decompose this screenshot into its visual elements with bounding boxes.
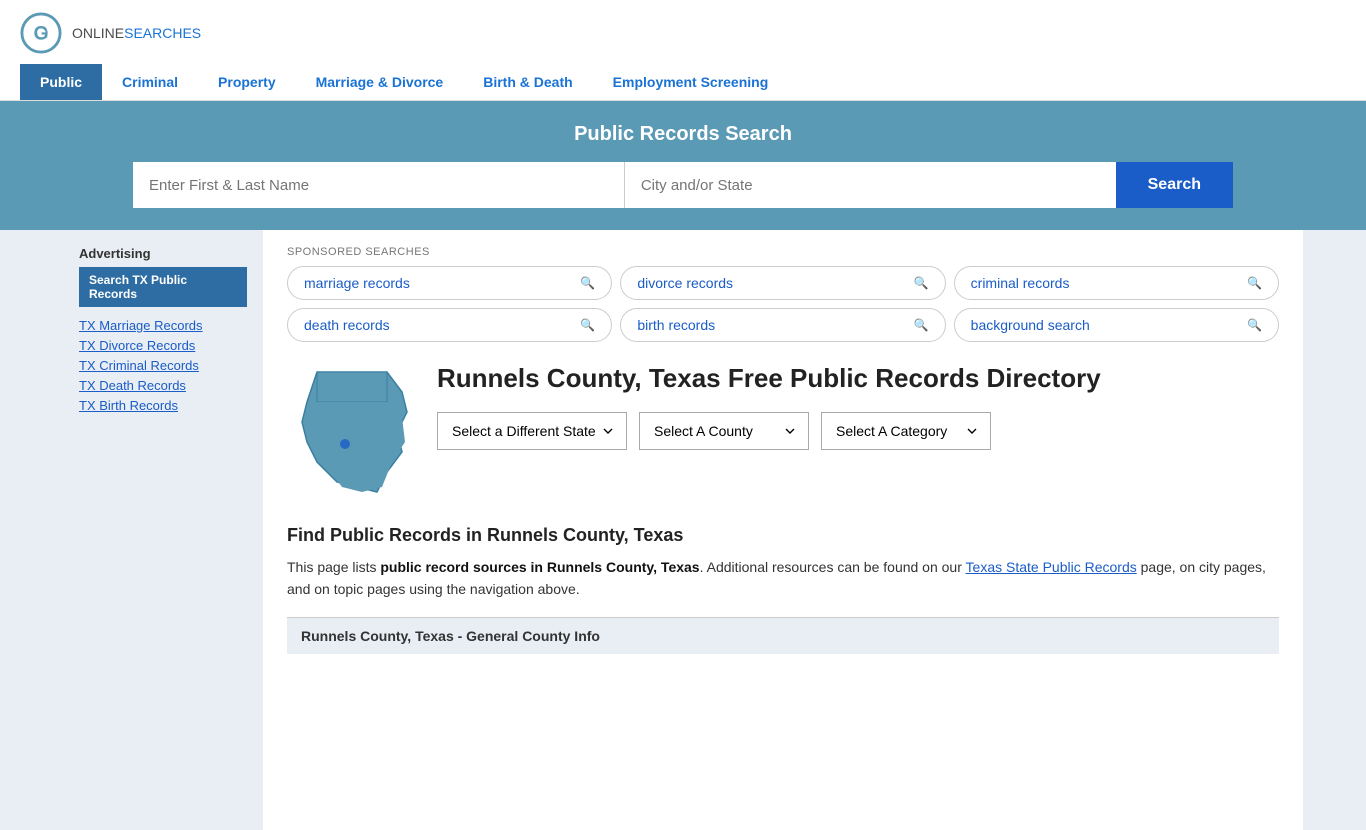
state-dropdown[interactable]: Select a Different State	[437, 412, 627, 450]
main-content: Advertising Search TX Public Records TX …	[63, 230, 1303, 830]
dropdowns: Select a Different State Select A County…	[437, 412, 1101, 450]
nav-item-criminal[interactable]: Criminal	[102, 64, 198, 100]
inner-wrapper: Advertising Search TX Public Records TX …	[63, 230, 1303, 830]
page-content: SPONSORED SEARCHES marriage records 🔍 di…	[263, 230, 1303, 830]
logo-online: ONLINE	[72, 25, 124, 41]
list-item: TX Divorce Records	[79, 337, 247, 353]
search-button[interactable]: Search	[1116, 162, 1233, 208]
name-input[interactable]	[133, 162, 625, 208]
sponsored-item-criminal[interactable]: criminal records 🔍	[954, 266, 1279, 300]
search-icon: 🔍	[914, 318, 929, 332]
sidebar-ad-title: Advertising	[79, 246, 247, 261]
county-dropdown[interactable]: Select A County	[639, 412, 809, 450]
find-text-bold: public record sources in Runnels County,…	[380, 559, 699, 575]
sidebar-link-birth[interactable]: TX Birth Records	[79, 398, 178, 413]
search-icon: 🔍	[914, 276, 929, 290]
location-input[interactable]	[625, 162, 1116, 208]
sponsored-item-marriage[interactable]: marriage records 🔍	[287, 266, 612, 300]
nav-item-marriage-divorce[interactable]: Marriage & Divorce	[296, 64, 464, 100]
sidebar: Advertising Search TX Public Records TX …	[63, 230, 263, 830]
sponsored-item-label: background search	[971, 317, 1090, 333]
sidebar-links: TX Marriage Records TX Divorce Records T…	[79, 317, 247, 413]
sponsored-item-label: criminal records	[971, 275, 1070, 291]
find-section: Find Public Records in Runnels County, T…	[287, 525, 1279, 601]
sponsored-label: SPONSORED SEARCHES	[287, 246, 1279, 258]
header: G ONLINESEARCHES Public Criminal Propert…	[0, 0, 1366, 101]
search-icon: 🔍	[1247, 276, 1262, 290]
nav-item-birth-death[interactable]: Birth & Death	[463, 64, 592, 100]
texas-state-records-link[interactable]: Texas State Public Records	[966, 559, 1137, 575]
sidebar-link-death[interactable]: TX Death Records	[79, 378, 186, 393]
list-item: TX Death Records	[79, 377, 247, 393]
sponsored-item-label: divorce records	[637, 275, 733, 291]
sponsored-item-divorce[interactable]: divorce records 🔍	[620, 266, 945, 300]
sponsored-grid: marriage records 🔍 divorce records 🔍 cri…	[287, 266, 1279, 342]
search-icon: 🔍	[580, 318, 595, 332]
logo-area: G ONLINESEARCHES	[20, 12, 1346, 54]
find-text-before: This page lists	[287, 559, 380, 575]
sponsored-item-birth[interactable]: birth records 🔍	[620, 308, 945, 342]
nav-item-property[interactable]: Property	[198, 64, 296, 100]
nav-item-employment[interactable]: Employment Screening	[593, 64, 789, 100]
sponsored-item-label: marriage records	[304, 275, 410, 291]
search-section: Public Records Search Search	[0, 101, 1366, 230]
sidebar-link-criminal[interactable]: TX Criminal Records	[79, 358, 199, 373]
search-title: Public Records Search	[20, 123, 1346, 146]
find-text-middle: . Additional resources can be found on o…	[700, 559, 966, 575]
content-wrapper: Advertising Search TX Public Records TX …	[0, 230, 1366, 830]
list-item: TX Criminal Records	[79, 357, 247, 373]
county-title: Runnels County, Texas Free Public Record…	[437, 362, 1101, 396]
texas-map-svg	[287, 362, 417, 502]
sponsored-item-label: death records	[304, 317, 390, 333]
list-item: TX Birth Records	[79, 397, 247, 413]
county-info: Runnels County, Texas Free Public Record…	[437, 362, 1101, 450]
general-info-bar: Runnels County, Texas - General County I…	[287, 617, 1279, 654]
sponsored-item-label: birth records	[637, 317, 715, 333]
find-title: Find Public Records in Runnels County, T…	[287, 525, 1279, 546]
sponsored-item-death[interactable]: death records 🔍	[287, 308, 612, 342]
sidebar-link-divorce[interactable]: TX Divorce Records	[79, 338, 195, 353]
list-item: TX Marriage Records	[79, 317, 247, 333]
sponsored-item-background[interactable]: background search 🔍	[954, 308, 1279, 342]
find-text: This page lists public record sources in…	[287, 556, 1279, 601]
sidebar-link-marriage[interactable]: TX Marriage Records	[79, 318, 203, 333]
category-dropdown[interactable]: Select A Category	[821, 412, 991, 450]
logo-searches: SEARCHES	[124, 25, 201, 41]
tx-map	[287, 362, 417, 505]
main-nav: Public Criminal Property Marriage & Divo…	[20, 64, 1346, 100]
logo-icon: G	[20, 12, 62, 54]
county-section: Runnels County, Texas Free Public Record…	[287, 362, 1279, 505]
search-icon: 🔍	[580, 276, 595, 290]
logo-text: ONLINESEARCHES	[72, 25, 201, 41]
search-icon: 🔍	[1247, 318, 1262, 332]
search-bar: Search	[133, 162, 1233, 208]
sidebar-ad-button[interactable]: Search TX Public Records	[79, 267, 247, 307]
nav-item-public[interactable]: Public	[20, 64, 102, 100]
